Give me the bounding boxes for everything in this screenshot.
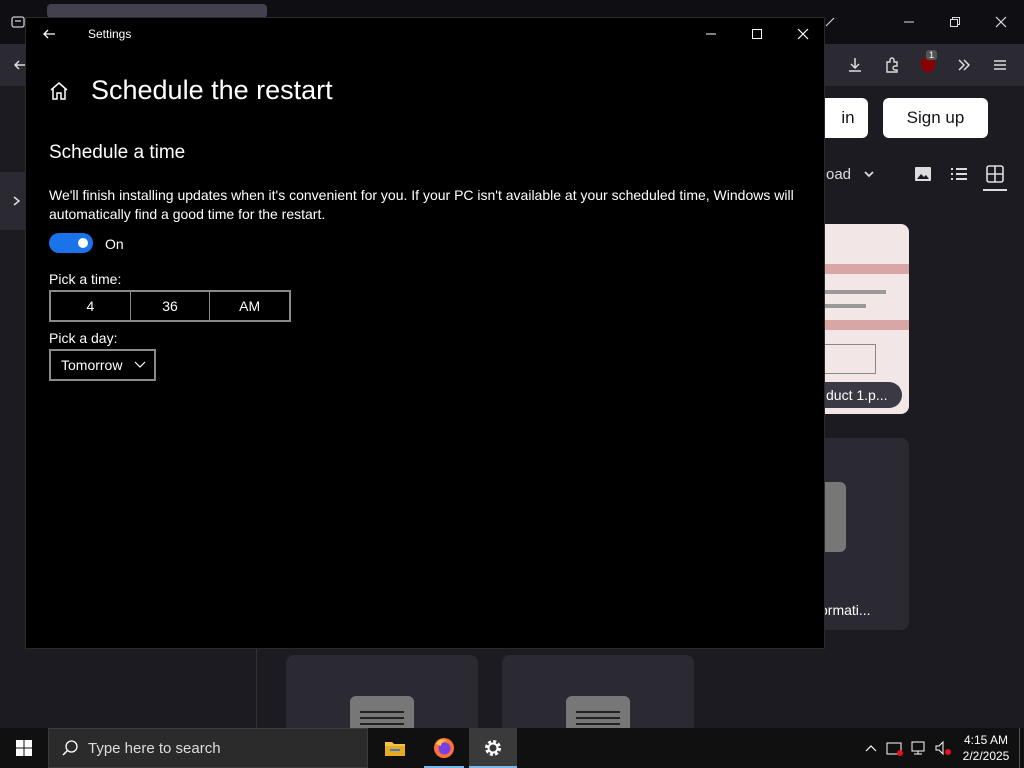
minimize-button[interactable]: [688, 18, 734, 50]
browser-tab[interactable]: [47, 4, 267, 18]
file-card-label: ormati...: [820, 602, 871, 618]
windows-logo-icon: [16, 740, 32, 756]
hour-field[interactable]: 4: [51, 292, 131, 320]
schedule-toggle[interactable]: [49, 233, 93, 253]
minute-field[interactable]: 36: [131, 292, 211, 320]
toggle-knob: [78, 238, 88, 248]
chevron-overflow-icon[interactable]: [952, 53, 976, 77]
firefox-icon: [434, 738, 454, 758]
browser-close-button[interactable]: [989, 10, 1013, 34]
extensions-icon[interactable]: [880, 53, 904, 77]
taskbar-file-explorer[interactable]: [374, 728, 416, 768]
day-dropdown-value: Tomorrow: [61, 357, 123, 373]
maximize-button[interactable]: [734, 18, 780, 50]
taskbar-search-box[interactable]: Type here to search: [48, 728, 368, 768]
period-field[interactable]: AM: [210, 292, 289, 320]
grid-view-active-indicator: [983, 189, 1007, 191]
settings-title-bar: Settings: [26, 18, 824, 50]
download-icon[interactable]: [843, 53, 867, 77]
taskbar-settings[interactable]: [469, 728, 517, 768]
day-dropdown[interactable]: Tomorrow: [49, 349, 156, 381]
tray-overflow-chevron-icon[interactable]: [860, 728, 882, 768]
divider: [256, 648, 257, 728]
search-placeholder: Type here to search: [88, 739, 221, 757]
grid-view-icon[interactable]: [983, 162, 1007, 186]
file-explorer-icon: [385, 742, 405, 756]
clock[interactable]: 4:15 AM 2/2/2025: [956, 728, 1016, 768]
signup-button[interactable]: Sign up: [883, 98, 988, 138]
extension-badge: 1: [926, 50, 938, 60]
hamburger-menu-icon[interactable]: [988, 53, 1012, 77]
tray-camera-icon[interactable]: [883, 728, 907, 768]
browser-minimize-button[interactable]: [897, 10, 921, 34]
gear-icon: [485, 740, 501, 756]
taskbar: Type here to search 4:15 AM 2/2/2025: [0, 728, 1024, 768]
toggle-label: On: [105, 236, 124, 252]
window-title: Settings: [88, 27, 132, 41]
description-text: We'll finish installing updates when it'…: [49, 187, 794, 222]
start-button[interactable]: [0, 728, 48, 768]
network-icon[interactable]: [907, 728, 931, 768]
pick-time-label: Pick a time:: [49, 271, 122, 287]
volume-muted-icon[interactable]: [931, 728, 955, 768]
browser-restore-button[interactable]: [943, 10, 967, 34]
search-icon: [61, 739, 79, 757]
download-dropdown-label[interactable]: oad: [826, 166, 851, 183]
clock-date: 2/2/2025: [962, 749, 1010, 763]
list-view-icon[interactable]: [947, 162, 971, 186]
pick-day-label: Pick a day:: [49, 330, 118, 346]
settings-window: Settings Schedule the restart Schedule a…: [25, 17, 825, 649]
show-desktop-button[interactable]: [1019, 728, 1020, 768]
close-button[interactable]: [780, 18, 826, 50]
taskbar-firefox[interactable]: [422, 728, 466, 768]
home-icon[interactable]: [48, 80, 70, 102]
chevron-down-icon[interactable]: [857, 162, 881, 186]
image-view-icon[interactable]: [911, 162, 935, 186]
back-button[interactable]: [26, 18, 72, 50]
time-picker[interactable]: 4 36 AM: [49, 290, 291, 322]
chevron-down-icon: [133, 359, 147, 371]
section-title: Schedule a time: [49, 142, 186, 163]
page-title: Schedule the restart: [91, 75, 333, 105]
clock-time: 4:15 AM: [963, 733, 1009, 747]
